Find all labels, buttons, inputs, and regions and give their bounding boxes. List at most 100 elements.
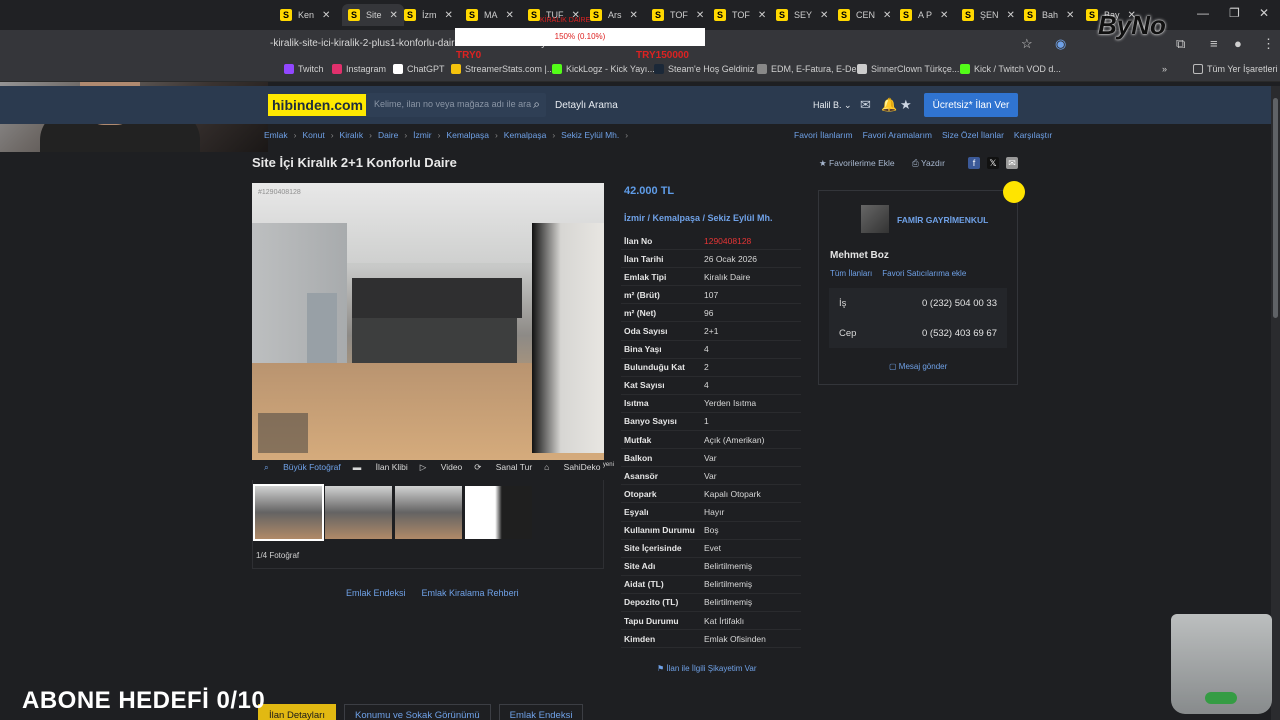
close-tab-icon[interactable]: ✕ [940, 10, 948, 21]
user-menu[interactable]: Halil B. ⌄ [813, 100, 852, 111]
bookmark-item[interactable]: SinnerClown Türkçe... [857, 64, 959, 74]
location[interactable]: İzmir / Kemalpaşa / Sekiz Eylül Mh. [624, 213, 773, 223]
scrollbar-thumb[interactable] [1273, 98, 1278, 318]
bookmark-item[interactable]: Instagram [332, 64, 386, 74]
bookmark-item[interactable]: StreamerStats.com |... [451, 64, 554, 74]
close-tab-icon[interactable]: ✕ [696, 10, 704, 21]
close-tab-icon[interactable]: ✕ [390, 10, 398, 21]
browser-tab[interactable]: S Ars ✕ [590, 4, 638, 26]
close-tab-icon[interactable]: ✕ [445, 10, 453, 21]
top-link[interactable]: Karşılaştır [1014, 130, 1052, 140]
media-icon[interactable]: ≡ [1210, 36, 1218, 51]
close-tab-icon[interactable]: ✕ [758, 10, 766, 21]
thumbnail[interactable] [253, 484, 324, 541]
search-input[interactable]: Kelime, ilan no veya mağaza adı ile ara … [366, 93, 546, 117]
thumbnail[interactable] [325, 486, 392, 539]
browser-tab[interactable]: S İzm ✕ [404, 4, 453, 26]
bookmark-item[interactable]: EDM, E-Fatura, E-De... [757, 64, 864, 74]
breadcrumb-item[interactable]: Kemalpaşa [446, 130, 489, 140]
extension-icon[interactable]: ◉ [1055, 36, 1066, 52]
breadcrumb-item[interactable]: Sekiz Eylül Mh. [561, 130, 619, 140]
send-message-link[interactable]: ▢ Mesaj gönder [889, 362, 947, 371]
bookmark-item[interactable]: KickLogz - Kick Yayı... [552, 64, 655, 74]
browser-tab[interactable]: S Ken ✕ [280, 4, 330, 26]
phone-number[interactable]: 0 (532) 403 69 67 [922, 328, 997, 339]
bell-icon[interactable]: 🔔 [881, 97, 897, 113]
browser-tab[interactable]: S TOF ✕ [652, 4, 704, 26]
favorite-seller-link[interactable]: Favori Satıcılarıma ekle [882, 269, 966, 278]
bookmark-star-icon[interactable]: ☆ [1021, 36, 1033, 52]
close-tab-icon[interactable]: ✕ [1066, 10, 1074, 21]
sahibinden-favicon-icon: S [900, 9, 912, 21]
search-icon[interactable]: ⌕ [533, 97, 540, 112]
browser-tab[interactable]: S MA ✕ [466, 4, 514, 26]
scrollbar[interactable] [1271, 86, 1280, 720]
browser-tab[interactable]: S CEN ✕ [838, 4, 891, 26]
add-favorite-link[interactable]: ★ Favorilerime Ekle [819, 158, 895, 169]
thumbnail-strip [253, 484, 532, 541]
star-icon[interactable]: ★ [900, 97, 912, 113]
thumbnail[interactable] [465, 486, 532, 539]
phone-number[interactable]: 0 (232) 504 00 33 [922, 298, 997, 309]
ad-clip-tab[interactable]: ▬ İlan Klibi [353, 462, 408, 480]
browser-tab[interactable]: S ŞEN ✕ [962, 4, 1015, 26]
breadcrumb-item[interactable]: Daire [378, 130, 398, 140]
video-tab[interactable]: ▷ Video [420, 462, 463, 480]
breadcrumb-item[interactable]: Emlak [264, 130, 288, 140]
facebook-share-icon[interactable]: f [968, 157, 980, 169]
breadcrumb-separator: › [552, 130, 556, 140]
top-link[interactable]: Favori İlanlarım [794, 130, 853, 140]
breadcrumb-item[interactable]: Kemalpaşa [504, 130, 547, 140]
close-tab-icon[interactable]: ✕ [506, 10, 514, 21]
firm-name[interactable]: FAMİR GAYRİMENKUL [897, 215, 988, 225]
seller-logo[interactable] [861, 205, 889, 233]
browser-tab[interactable]: S Site ✕ [342, 4, 404, 26]
top-link[interactable]: Favori Aramalarım [863, 130, 932, 140]
rental-guide-link[interactable]: Emlak Kiralama Rehberi [422, 588, 519, 598]
close-tab-icon[interactable]: ✕ [1007, 10, 1015, 21]
bookmark-item[interactable]: ChatGPT [393, 64, 445, 74]
close-tab-icon[interactable]: ✕ [322, 10, 330, 21]
tab-listing-details[interactable]: İlan Detayları [258, 704, 336, 720]
bookmark-item[interactable]: Kick / Twitch VOD d... [960, 64, 1061, 74]
sahideko-tab[interactable]: ⌂ SahiDeko yeni [544, 462, 614, 480]
browser-tab[interactable]: S Bah ✕ [1024, 4, 1074, 26]
extensions-icon[interactable]: ⧉ [1176, 36, 1185, 52]
detailed-search-link[interactable]: Detaylı Arama [555, 100, 618, 111]
virtual-tour-tab[interactable]: ⟳ Sanal Tur [474, 462, 532, 480]
bookmark-item[interactable]: Twitch [284, 64, 324, 74]
x-share-icon[interactable]: 𝕏 [987, 157, 999, 169]
browser-tab[interactable]: S A P ✕ [900, 4, 948, 26]
post-ad-button[interactable]: Ücretsiz* İlan Ver [924, 93, 1018, 117]
tab-location[interactable]: Konumu ve Sokak Görünümü [343, 704, 491, 720]
maximize-button[interactable]: ❐ [1229, 6, 1240, 20]
large-photo-tab[interactable]: ⌕ Büyük Fotoğraf [264, 462, 341, 480]
browser-tab[interactable]: S SEY ✕ [776, 4, 828, 26]
close-tab-icon[interactable]: ✕ [630, 10, 638, 21]
menu-icon[interactable]: ⋮ [1262, 36, 1275, 52]
close-tab-icon[interactable]: ✕ [820, 10, 828, 21]
email-share-icon[interactable]: ✉ [1006, 157, 1018, 169]
mail-icon[interactable]: ✉ [860, 97, 871, 113]
all-bookmarks[interactable]: Tüm Yer İşaretleri [1193, 64, 1278, 74]
profile-icon[interactable]: ● [1234, 36, 1242, 51]
thumbnail[interactable] [395, 486, 462, 539]
close-window-button[interactable]: ✕ [1259, 6, 1269, 20]
site-logo[interactable]: hibinden.com [268, 94, 367, 116]
close-tab-icon[interactable]: ✕ [883, 10, 891, 21]
bookmarks-overflow-icon[interactable]: » [1162, 64, 1167, 74]
bookmark-item[interactable]: Steam'e Hoş Geldiniz [654, 64, 754, 74]
emlak-endeksi-link[interactable]: Emlak Endeksi [346, 588, 406, 598]
breadcrumb-item[interactable]: Konut [302, 130, 324, 140]
minimize-button[interactable]: — [1197, 6, 1209, 20]
breadcrumb-item[interactable]: Kiralık [340, 130, 364, 140]
main-photo[interactable]: #1290408128 [252, 183, 604, 460]
all-listings-link[interactable]: Tüm İlanları [830, 269, 872, 278]
browser-tab[interactable]: S TOF ✕ [714, 4, 766, 26]
top-link[interactable]: Size Özel İlanlar [942, 130, 1004, 140]
detail-key: Oda Sayısı [624, 326, 668, 337]
breadcrumb-item[interactable]: İzmir [413, 130, 431, 140]
complaint-link[interactable]: ⚑ İlan ile İlgili Şikayetim Var [657, 664, 757, 673]
tab-emlak-endeksi[interactable]: Emlak Endeksi [498, 704, 584, 720]
print-link[interactable]: ⎙ Yazdır [912, 158, 945, 169]
